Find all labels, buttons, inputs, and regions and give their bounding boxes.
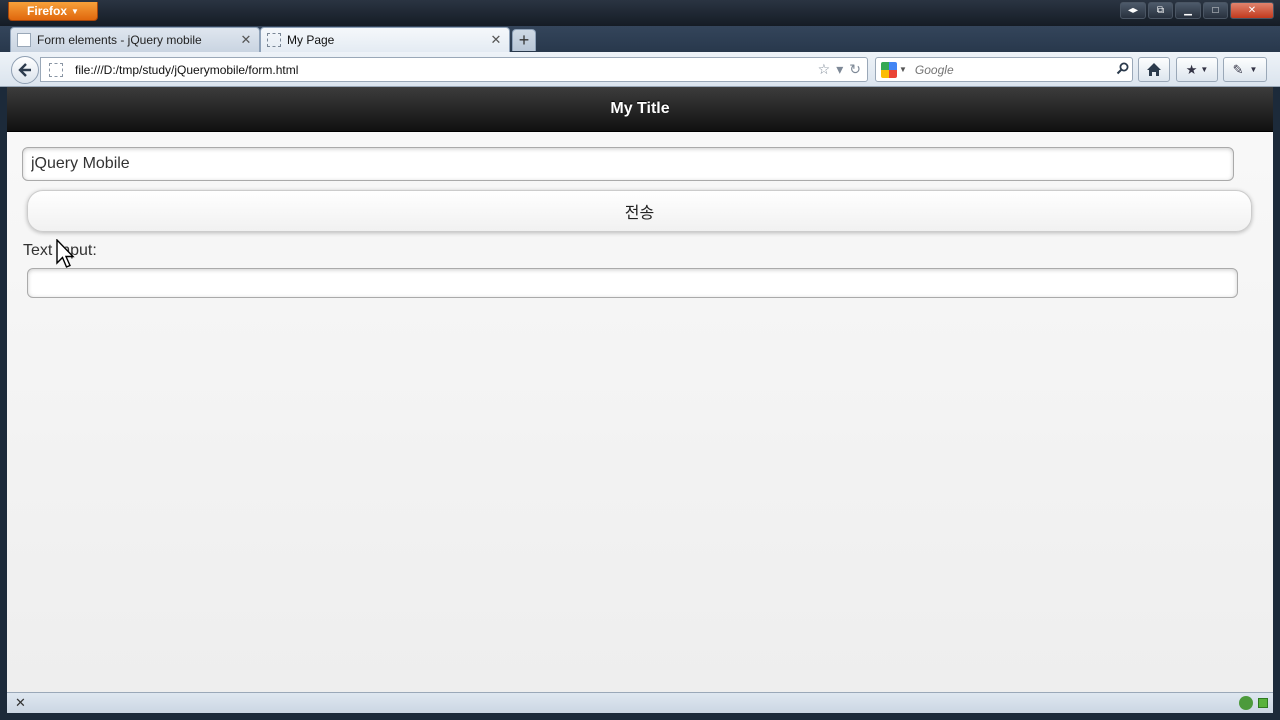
tab-strip: Form elements - jQuery mobile ✕ My Page … [0, 26, 1280, 52]
history-dropdown-icon[interactable]: ▾ [836, 61, 843, 78]
url-text[interactable]: file:///D:/tmp/study/jQuerymobile/form.h… [75, 63, 818, 77]
addon-status-icon[interactable] [1239, 696, 1253, 710]
chevron-down-icon: ▼ [1249, 65, 1258, 74]
addon-toolbar-button[interactable]: ✎ ▼ [1223, 57, 1267, 82]
restore-tabs-icon[interactable]: ◂▸ [1120, 2, 1146, 19]
address-bar[interactable]: file:///D:/tmp/study/jQuerymobile/form.h… [40, 57, 868, 82]
new-tab-button[interactable]: + [512, 29, 536, 51]
puzzle-icon: ✎ [1232, 61, 1244, 77]
reload-icon[interactable]: ↻ [849, 61, 861, 78]
firefox-menu-button[interactable]: Firefox ▼ [8, 2, 98, 21]
status-bar: ✕ [7, 692, 1273, 713]
search-input[interactable] [912, 61, 1112, 78]
back-arrow-icon[interactable] [11, 56, 39, 84]
mouse-cursor-icon [56, 239, 75, 268]
close-tab-icon[interactable]: ✕ [489, 32, 503, 48]
google-engine-icon[interactable] [881, 61, 897, 78]
tab-my-page[interactable]: My Page ✕ [260, 27, 510, 52]
maximize-button[interactable]: □ [1203, 2, 1228, 19]
home-icon[interactable] [1138, 57, 1170, 82]
tab-label: My Page [287, 33, 335, 47]
page-favicon-icon [17, 33, 31, 47]
output-text-field[interactable] [27, 268, 1238, 298]
navigation-toolbar: file:///D:/tmp/study/jQuerymobile/form.h… [0, 52, 1280, 87]
tab-form-elements[interactable]: Form elements - jQuery mobile ✕ [10, 27, 260, 52]
bookmarks-menu-button[interactable]: ★ ▼ [1176, 57, 1218, 82]
close-tab-icon[interactable]: ✕ [239, 32, 253, 48]
text-input[interactable] [22, 147, 1234, 181]
status-indicator-icon [1258, 698, 1268, 708]
magnifier-icon[interactable] [1112, 62, 1132, 78]
close-addon-bar-icon[interactable]: ✕ [15, 695, 26, 711]
tab-label: Form elements - jQuery mobile [37, 33, 202, 47]
close-window-button[interactable]: ✕ [1230, 2, 1274, 19]
search-bar[interactable]: ▼ [875, 57, 1133, 82]
bookmark-star-icon: ★ [1185, 61, 1198, 77]
firefox-menu-label: Firefox [27, 4, 68, 18]
window-titlebar: Firefox ▼ ◂▸ ⧉ ▁ □ ✕ [0, 0, 1280, 26]
site-identity-icon [49, 62, 63, 77]
minimize-button[interactable]: ▁ [1175, 2, 1201, 19]
submit-button[interactable]: 전송 [27, 190, 1252, 232]
window-controls: ◂▸ ⧉ ▁ □ ✕ [1120, 2, 1274, 19]
star-icon[interactable]: ☆ [818, 61, 831, 78]
chevron-down-icon[interactable]: ▼ [899, 65, 907, 74]
page-header: My Title [7, 87, 1273, 132]
chevron-down-icon: ▼ [71, 6, 79, 16]
page-title: My Title [610, 100, 670, 117]
chevron-down-icon: ▼ [1200, 65, 1209, 74]
page-viewport: My Title 전송 Text Input: [7, 87, 1273, 692]
switch-window-icon[interactable]: ⧉ [1148, 2, 1173, 19]
blank-page-favicon-icon [267, 33, 281, 47]
